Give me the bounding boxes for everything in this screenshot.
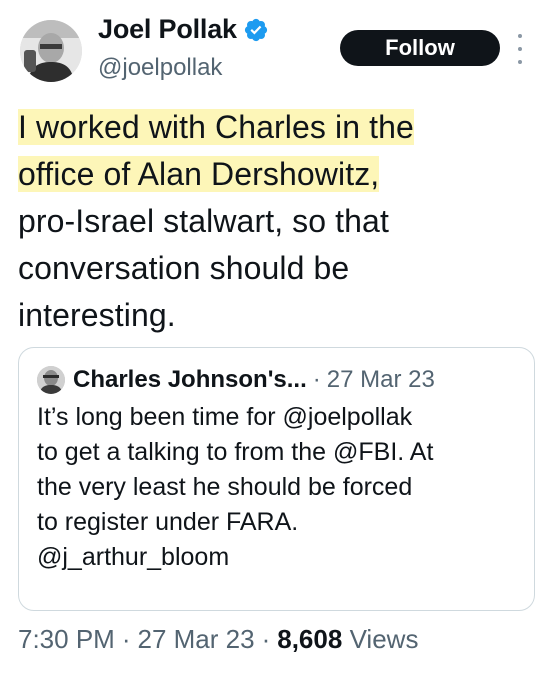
tweet-line: conversation should be xyxy=(18,250,350,286)
meta-separator: · xyxy=(261,624,271,654)
quoted-line: the very least he should be forced xyxy=(37,473,413,501)
meta-separator: · xyxy=(121,624,131,654)
views-label: Views xyxy=(349,624,419,654)
quoted-author-avatar[interactable] xyxy=(37,366,65,394)
quoted-separator: · xyxy=(312,366,321,393)
author-handle[interactable]: @joelpollak xyxy=(98,54,222,82)
quoted-line: to register under FARA. xyxy=(37,508,299,536)
tweet-line: office of Alan Dershowitz, xyxy=(18,151,538,198)
more-dot xyxy=(518,34,522,38)
verified-badge-icon xyxy=(244,18,267,41)
profile-photo-icon xyxy=(37,366,65,394)
author-avatar[interactable] xyxy=(20,20,82,82)
quoted-date[interactable]: 27 Mar 23 xyxy=(327,366,435,394)
more-vertical-icon[interactable] xyxy=(514,34,526,64)
quoted-mention-link[interactable]: @j_arthur_bloom xyxy=(37,540,522,575)
author-name[interactable]: Joel Pollak xyxy=(98,14,237,45)
tweet-line: pro-Israel stalwart, so that xyxy=(18,203,389,239)
follow-button[interactable]: Follow xyxy=(340,30,500,66)
quoted-tweet-body: It’s long been time for @joelpollak to g… xyxy=(37,400,522,575)
author-name-row: Joel Pollak xyxy=(98,14,269,45)
tweet-body: I worked with Charles in the office of A… xyxy=(18,104,538,339)
quoted-line: It’s long been time for @joelpollak xyxy=(37,403,413,431)
tweet-metadata: 7:30 PM · 27 Mar 23 · 8,608 Views xyxy=(18,624,418,655)
tweet-time[interactable]: 7:30 PM xyxy=(18,624,115,654)
profile-photo-icon xyxy=(20,20,82,82)
tweet-header: Joel Pollak @joelpollak Follow xyxy=(0,0,555,100)
quoted-tweet-card[interactable]: Charles Johnson's... · 27 Mar 23 It’s lo… xyxy=(18,347,535,611)
tweet-line: I worked with Charles in the xyxy=(18,104,538,151)
quoted-line: to get a talking to from the @FBI. At xyxy=(37,438,434,466)
tweet-line-highlighted: office of Alan Dershowitz, xyxy=(18,156,380,192)
tweet-date[interactable]: 27 Mar 23 xyxy=(138,624,255,654)
more-dot xyxy=(518,47,522,51)
quoted-author-name[interactable]: Charles Johnson's... xyxy=(73,366,307,394)
views-count[interactable]: 8,608 xyxy=(277,624,342,654)
quoted-tweet-header: Charles Johnson's... · 27 Mar 23 xyxy=(37,366,435,394)
tweet-line: interesting. xyxy=(18,297,176,333)
more-dot xyxy=(518,60,522,64)
tweet-line-highlighted: I worked with Charles in the xyxy=(18,109,414,145)
